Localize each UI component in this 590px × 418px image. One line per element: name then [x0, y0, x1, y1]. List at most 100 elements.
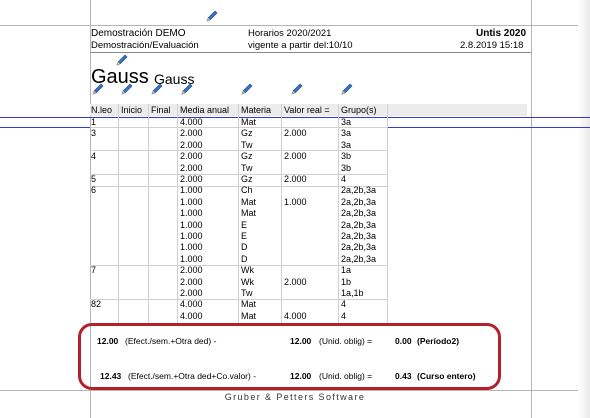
cell-materia: Gz — [241, 128, 253, 139]
cell-nleo: 82 — [91, 299, 102, 310]
col-header-final: Final — [151, 105, 171, 115]
cell-nleo: 6 — [91, 185, 97, 196]
cell-grupo: 3b — [341, 162, 352, 173]
summary1-result: 0.00 — [395, 336, 412, 346]
cell-grupo: 2a,2b,3a — [341, 185, 377, 196]
cell-nleo: 1 — [91, 117, 97, 127]
cell-grupo: 2a,2b,3a — [341, 208, 377, 219]
cell-materia: Mat — [241, 117, 257, 127]
edit-pencil-icon[interactable] — [290, 82, 304, 96]
cell-media: 1.000 — [180, 196, 203, 207]
col-header-materia: Materia — [241, 105, 272, 115]
summary2-result: 0.43 — [395, 371, 412, 381]
edit-pencil-icon[interactable] — [205, 9, 219, 23]
cell-materia: Wk — [241, 276, 254, 287]
cell-media: 4.000 — [180, 310, 203, 321]
cell-media: 4.000 — [180, 299, 203, 310]
footer-credit: Gruber & Petters Software — [224, 392, 366, 402]
cell-grupo: 2a,2b,3a — [341, 242, 377, 253]
summary2-result-label: (Curso entero) — [417, 371, 476, 381]
cell-materia: D — [241, 242, 248, 253]
cell-grupo: 2a,2b,3a — [341, 196, 377, 207]
cell-materia: Tw — [241, 139, 253, 150]
page-margin-right — [531, 0, 532, 418]
edit-pencil-icon[interactable] — [115, 53, 129, 67]
grid-col-line — [148, 104, 149, 323]
valid-from: vigente a partir del:10/10 — [248, 40, 353, 51]
cell-media: 2.000 — [180, 139, 203, 150]
page-top-line — [0, 25, 590, 26]
cell-materia: Mat — [241, 310, 257, 321]
teacher-name-small: Gauss — [154, 71, 195, 87]
cell-nleo: 7 — [91, 265, 97, 276]
cell-media: 1.000 — [180, 185, 203, 196]
summary1-value: 12.00 — [97, 336, 119, 346]
cell-media: 4.000 — [180, 117, 203, 127]
grid-col-line — [118, 104, 119, 323]
col-header-valor-real: Valor real = — [284, 105, 330, 115]
teacher-name-large: Gauss — [91, 66, 149, 88]
cell-grupo: 4 — [341, 310, 347, 321]
edit-pencil-icon[interactable] — [340, 82, 354, 96]
summary1-result-label: (Período2) — [417, 336, 460, 346]
cell-grupo: 2a,2b,3a — [341, 219, 377, 230]
cell-materia: Wk — [241, 265, 254, 276]
cell-grupo: 2a,2b,3a — [341, 253, 377, 264]
cell-materia: Mat — [241, 299, 257, 310]
schedule-name: Horarios 2020/2021 — [248, 28, 332, 39]
cell-valor: 2.000 — [284, 151, 307, 162]
cell-media: 2.000 — [180, 288, 203, 298]
summary2-value: 12.43 — [100, 371, 122, 381]
cell-media: 1.000 — [180, 219, 203, 230]
cell-media: 2.000 — [180, 151, 203, 162]
school-subtitle: Demostración/Evaluación — [91, 40, 199, 51]
cell-materia: Mat — [241, 196, 257, 207]
cell-nleo: 3 — [91, 128, 97, 139]
page-bottom-line — [0, 390, 590, 391]
cell-grupo: 3a — [341, 128, 352, 139]
cell-grupo: 3a — [341, 117, 352, 127]
cell-materia: Tw — [241, 288, 253, 298]
cell-materia: E — [241, 219, 248, 230]
cell-nleo: 5 — [91, 174, 97, 184]
cell-media: 1.000 — [180, 208, 203, 219]
col-header-inicio: Inicio — [121, 105, 143, 115]
cell-valor: 1.000 — [284, 196, 307, 207]
cell-valor: 2.000 — [284, 174, 307, 184]
grid-col-line — [177, 104, 178, 323]
summary2-oblig-label: (Unid. oblig) = — [319, 371, 373, 381]
summary1-oblig-label: (Unid. oblig) = — [319, 336, 373, 346]
cell-materia: Mat — [241, 208, 257, 219]
col-header-media-anual: Media anual — [180, 105, 230, 115]
cell-grupo: 3a — [341, 139, 352, 150]
edit-pencil-icon[interactable] — [240, 82, 254, 96]
cell-media: 1.000 — [180, 242, 203, 253]
grid-col-line — [338, 104, 339, 323]
cell-media: 2.000 — [180, 174, 203, 184]
window-edge-shadow — [578, 0, 590, 418]
grid-col-line — [387, 104, 388, 323]
cell-valor: 4.000 — [284, 310, 307, 321]
summary2-label: (Efect./sem.+Otra ded+Co.valor) - — [128, 371, 257, 381]
cell-grupo: 3b — [341, 151, 352, 162]
col-header-nleo: N.leo — [91, 105, 113, 115]
cell-materia: E — [241, 231, 248, 241]
grid-col-line — [281, 104, 282, 323]
cell-media: 2.000 — [180, 128, 203, 139]
summary2-oblig-value: 12.00 — [290, 371, 312, 381]
cell-media: 2.000 — [180, 276, 203, 287]
cell-media: 1.000 — [180, 253, 203, 264]
cell-valor: 2.000 — [284, 276, 307, 287]
cell-media: 2.000 — [180, 265, 203, 276]
summary1-label: (Efect./sem.+Otra ded) - — [125, 336, 217, 346]
grid-col-line — [238, 104, 239, 323]
cell-materia: D — [241, 253, 248, 264]
header-separator — [90, 52, 531, 53]
cell-grupo: 4 — [341, 174, 347, 184]
cell-grupo: 1b — [341, 276, 352, 287]
cell-materia: Gz — [241, 174, 253, 184]
cell-media: 2.000 — [180, 162, 203, 173]
cell-media: 1.000 — [180, 231, 203, 241]
cell-grupo: 4 — [341, 299, 347, 310]
cell-grupo: 2a,2b,3a — [341, 231, 377, 241]
